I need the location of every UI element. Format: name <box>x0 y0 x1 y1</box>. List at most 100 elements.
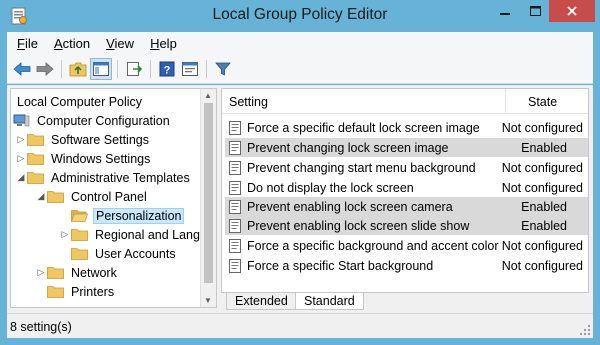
tree-item-control-panel[interactable]: ◢ Control Panel <box>35 187 149 206</box>
column-header-state[interactable]: State <box>528 95 557 109</box>
menu-action[interactable]: Action <box>54 36 90 51</box>
menu-help[interactable]: Help <box>150 36 177 51</box>
list-header: Setting State <box>222 89 588 114</box>
tree-item-local-computer-policy[interactable]: Local Computer Policy <box>15 92 144 111</box>
list-item[interactable]: Prevent enabling lock screen slide show … <box>225 216 588 235</box>
setting-state: Enabled <box>521 218 567 233</box>
tree-item-printers[interactable]: Printers <box>35 282 116 301</box>
menu-file[interactable]: File <box>17 36 38 51</box>
policy-setting-icon <box>229 180 241 195</box>
setting-state: Enabled <box>521 199 567 214</box>
menu-bar: File Action View Help <box>7 32 593 55</box>
collapse-chevron-icon[interactable]: ◢ <box>35 191 47 202</box>
settings-list: Setting State Force a specific default l… <box>221 88 589 293</box>
menu-view[interactable]: View <box>106 36 134 51</box>
tree-item-label: Printers <box>71 284 115 299</box>
forward-arrow-icon <box>36 62 54 76</box>
folder-icon <box>27 153 44 165</box>
scrollbar-thumb[interactable] <box>204 103 213 283</box>
maximize-icon <box>529 6 541 16</box>
help-button[interactable]: ? <box>156 58 178 80</box>
toolbar: ? <box>7 55 593 84</box>
expand-chevron-icon[interactable]: ▷ <box>15 153 27 164</box>
expand-chevron-icon[interactable]: ▷ <box>15 134 27 145</box>
list-item[interactable]: Do not display the lock screen Not confi… <box>225 178 588 197</box>
properties-button[interactable] <box>179 58 201 80</box>
export-list-button[interactable] <box>123 58 145 80</box>
list-item[interactable]: Force a specific default lock screen ima… <box>225 118 588 137</box>
toolbar-separator <box>206 60 207 78</box>
list-item[interactable]: Prevent changing lock screen image Enabl… <box>225 138 588 157</box>
title-bar[interactable]: Local Group Policy Editor <box>0 0 600 32</box>
up-one-level-button[interactable] <box>67 58 89 80</box>
client-area: Local Computer Policy Computer Configura… <box>7 85 593 313</box>
resize-grip-icon[interactable] <box>579 324 591 336</box>
tree-item-windows-settings[interactable]: ▷ Windows Settings <box>15 149 152 168</box>
app-window: Local Group Policy Editor File Action Vi… <box>0 0 600 345</box>
expand-chevron-icon[interactable]: ▷ <box>59 229 71 240</box>
back-button[interactable] <box>11 58 33 80</box>
setting-state: Not configured <box>501 180 583 195</box>
back-arrow-icon <box>13 62 31 76</box>
list-item[interactable]: Prevent enabling lock screen camera Enab… <box>225 197 588 216</box>
forward-button[interactable] <box>34 58 56 80</box>
export-list-icon <box>127 62 142 76</box>
help-icon: ? <box>159 61 175 77</box>
folder-icon <box>47 191 64 203</box>
setting-name: Prevent changing start menu background <box>247 160 476 175</box>
tree-item-regional-and-language[interactable]: ▷ Regional and Lang <box>59 225 202 244</box>
tab-extended[interactable]: Extended <box>226 293 297 310</box>
tree-item-label: Personalization <box>93 207 185 224</box>
tree-item-label: Computer Configuration <box>37 113 170 128</box>
maximize-button[interactable] <box>521 0 549 22</box>
setting-state: Enabled <box>521 140 567 155</box>
tree-item-software-settings[interactable]: ▷ Software Settings <box>15 130 151 149</box>
collapse-chevron-icon[interactable]: ◢ <box>15 172 27 183</box>
policy-setting-icon <box>229 238 241 253</box>
expand-chevron-icon[interactable]: ▷ <box>35 267 47 278</box>
policy-setting-icon <box>229 218 241 233</box>
column-header-setting[interactable]: Setting <box>229 95 268 109</box>
scroll-up-arrow-icon[interactable]: ▲ <box>204 91 212 100</box>
computer-icon <box>13 114 30 127</box>
list-item[interactable]: Force a specific Start background Not co… <box>225 256 588 275</box>
policy-setting-icon <box>229 160 241 175</box>
scroll-down-arrow-icon[interactable]: ▼ <box>204 296 212 305</box>
policy-setting-icon <box>229 120 241 135</box>
setting-state: Not configured <box>501 258 583 273</box>
tree-item-computer-configuration[interactable]: Computer Configuration <box>13 111 172 130</box>
tree-item-administrative-templates[interactable]: ◢ Administrative Templates <box>15 168 192 187</box>
properties-icon <box>182 62 198 76</box>
setting-name: Force a specific default lock screen ima… <box>247 120 480 135</box>
policy-setting-icon <box>229 199 241 214</box>
list-item[interactable]: Prevent changing start menu background N… <box>225 158 588 177</box>
tree-item-label: Regional and Lang <box>95 227 200 242</box>
close-button[interactable] <box>549 0 595 22</box>
view-tabs: Extended Standard <box>221 293 589 310</box>
tree-vertical-scrollbar[interactable]: ▲ ▼ <box>200 89 216 307</box>
list-item[interactable]: Force a specific background and accent c… <box>225 236 588 255</box>
console-tree[interactable]: Local Computer Policy Computer Configura… <box>10 88 217 308</box>
minimize-icon <box>500 13 510 15</box>
folder-icon <box>47 267 64 279</box>
svg-text:?: ? <box>164 65 171 77</box>
setting-name: Prevent enabling lock screen camera <box>247 199 453 214</box>
toolbar-separator <box>150 60 151 78</box>
status-bar: 8 setting(s) <box>7 313 593 338</box>
tree-item-network[interactable]: ▷ Network <box>35 263 119 282</box>
close-icon <box>567 6 577 16</box>
up-folder-icon <box>69 62 87 77</box>
setting-state: Not configured <box>501 238 583 253</box>
column-divider[interactable] <box>505 89 506 114</box>
minimize-button[interactable] <box>490 0 520 22</box>
tree-item-label: Network <box>71 265 117 280</box>
show-hide-tree-button[interactable] <box>90 58 112 80</box>
tree-item-user-accounts[interactable]: User Accounts <box>59 244 178 263</box>
setting-name: Do not display the lock screen <box>247 180 414 195</box>
tree-item-personalization[interactable]: Personalization <box>59 206 185 225</box>
filter-button[interactable] <box>212 58 234 80</box>
tree-item-label: Software Settings <box>51 132 149 147</box>
toolbar-separator <box>61 60 62 78</box>
folder-icon <box>27 172 44 184</box>
tab-standard[interactable]: Standard <box>295 293 364 310</box>
